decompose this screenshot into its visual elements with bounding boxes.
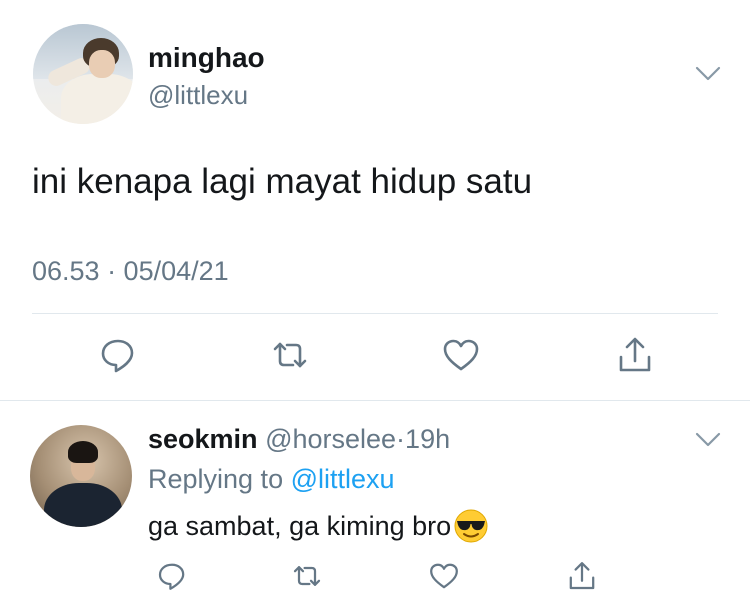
retweet-button[interactable] xyxy=(284,553,330,599)
reply-button[interactable] xyxy=(95,332,141,378)
retweet-button[interactable] xyxy=(267,332,313,378)
like-button[interactable] xyxy=(421,553,467,599)
tweet-text: ini kenapa lagi mayat hidup satu xyxy=(32,162,533,201)
timestamp[interactable]: 06.53 · 05/04/21 xyxy=(32,256,229,287)
reply-text: ga sambat, ga kiming bro xyxy=(148,510,452,541)
reply-icon xyxy=(101,339,134,373)
divider xyxy=(0,400,750,401)
separator: · xyxy=(396,424,406,454)
retweet-icon xyxy=(273,342,307,368)
share-icon xyxy=(569,562,595,590)
handle[interactable]: @horselee xyxy=(265,424,396,454)
share-button[interactable] xyxy=(559,553,605,599)
share-button[interactable] xyxy=(612,332,658,378)
heart-icon xyxy=(443,339,479,371)
display-name[interactable]: seokmin xyxy=(148,424,258,454)
replying-to: Replying to @littlexu xyxy=(148,464,395,495)
avatar[interactable] xyxy=(30,425,132,527)
avatar[interactable] xyxy=(33,24,133,124)
divider xyxy=(32,313,718,314)
handle[interactable]: @littlexu xyxy=(148,80,248,111)
time-ago[interactable]: 19h xyxy=(405,424,450,454)
chevron-down-icon[interactable] xyxy=(695,432,721,448)
reply-text-container: ga sambat, ga kiming bro xyxy=(148,508,489,544)
display-name[interactable]: minghao xyxy=(148,42,265,74)
share-icon xyxy=(619,337,651,372)
reply-button[interactable] xyxy=(149,553,195,599)
chevron-down-icon[interactable] xyxy=(695,66,721,82)
like-button[interactable] xyxy=(438,332,484,378)
reply-icon xyxy=(158,563,185,590)
reply-header: seokmin @horselee·19h xyxy=(148,424,450,455)
replying-to-label: Replying to xyxy=(148,464,284,494)
heart-icon xyxy=(430,563,458,589)
sunglasses-emoji-icon xyxy=(454,509,488,543)
replying-to-handle-link[interactable]: @littlexu xyxy=(291,464,395,494)
retweet-icon xyxy=(293,566,321,586)
